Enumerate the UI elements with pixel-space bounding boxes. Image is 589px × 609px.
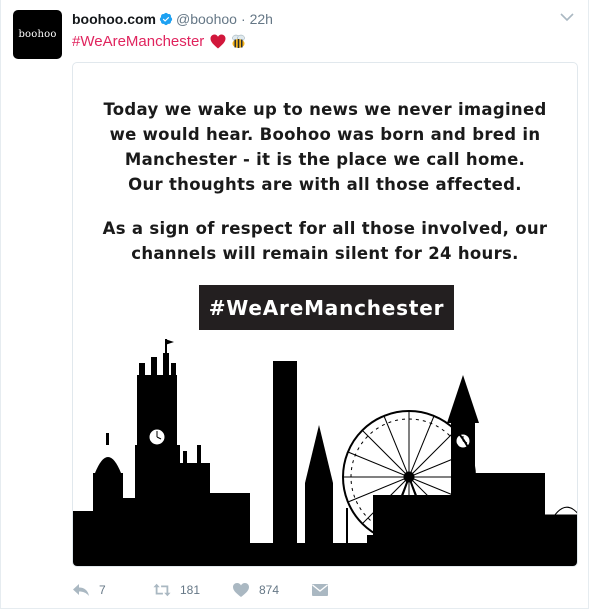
reply-count: 7: [99, 583, 106, 597]
statement-line: we would hear. Boohoo was born and bred …: [109, 125, 541, 144]
display-name[interactable]: boohoo.com: [72, 11, 156, 27]
verified-badge-icon: [159, 12, 173, 26]
retweet-icon: [153, 583, 171, 597]
avatar[interactable]: boohoo: [13, 10, 62, 59]
user-handle[interactable]: @boohoo: [176, 11, 237, 27]
statement-line: As a sign of respect for all those invol…: [102, 219, 548, 238]
caret-down-icon[interactable]: [560, 12, 574, 22]
hashtag-banner: #WeAreManchester: [199, 285, 454, 330]
reply-icon: [73, 584, 89, 596]
direct-message-button[interactable]: [311, 582, 329, 598]
like-count: 874: [259, 583, 280, 597]
retweet-button[interactable]: 181: [153, 582, 232, 598]
tweet-card[interactable]: boohoo boohoo.com @boohoo · 22h #WeAreMa…: [0, 0, 589, 609]
bee-emoji-icon: [232, 34, 246, 48]
heart-emoji-icon: [210, 34, 226, 49]
retweet-count: 181: [180, 583, 201, 597]
tweet-actions: 7 181 874: [72, 580, 329, 600]
statement-line: Our thoughts are with all those affected…: [128, 175, 522, 194]
hashtag-link[interactable]: #WeAreManchester: [72, 33, 204, 50]
tweet-header: boohoo.com @boohoo · 22h: [72, 11, 273, 27]
statement-paragraph-2: As a sign of respect for all those invol…: [73, 216, 577, 266]
statement-line: Manchester - it is the place we call hom…: [124, 150, 526, 169]
avatar-logo-text: boohoo: [18, 29, 57, 40]
separator-dot: ·: [240, 11, 246, 27]
like-button[interactable]: 874: [232, 582, 311, 598]
statement-paragraph-1: Today we wake up to news we never imagin…: [73, 97, 577, 197]
statement-text: Today we wake up to news we never imagin…: [73, 97, 577, 266]
timestamp[interactable]: 22h: [250, 11, 273, 27]
statement-line: Today we wake up to news we never imagin…: [103, 100, 547, 119]
tweet-text: #WeAreManchester: [72, 33, 247, 50]
tweet-media-image[interactable]: Today we wake up to news we never imagin…: [72, 62, 578, 567]
statement-line: channels will remain silent for 24 hours…: [131, 244, 519, 263]
manchester-skyline-illustration: [73, 339, 577, 566]
like-icon: [233, 583, 249, 597]
direct-message-icon: [312, 584, 328, 596]
reply-button[interactable]: 7: [72, 582, 153, 598]
